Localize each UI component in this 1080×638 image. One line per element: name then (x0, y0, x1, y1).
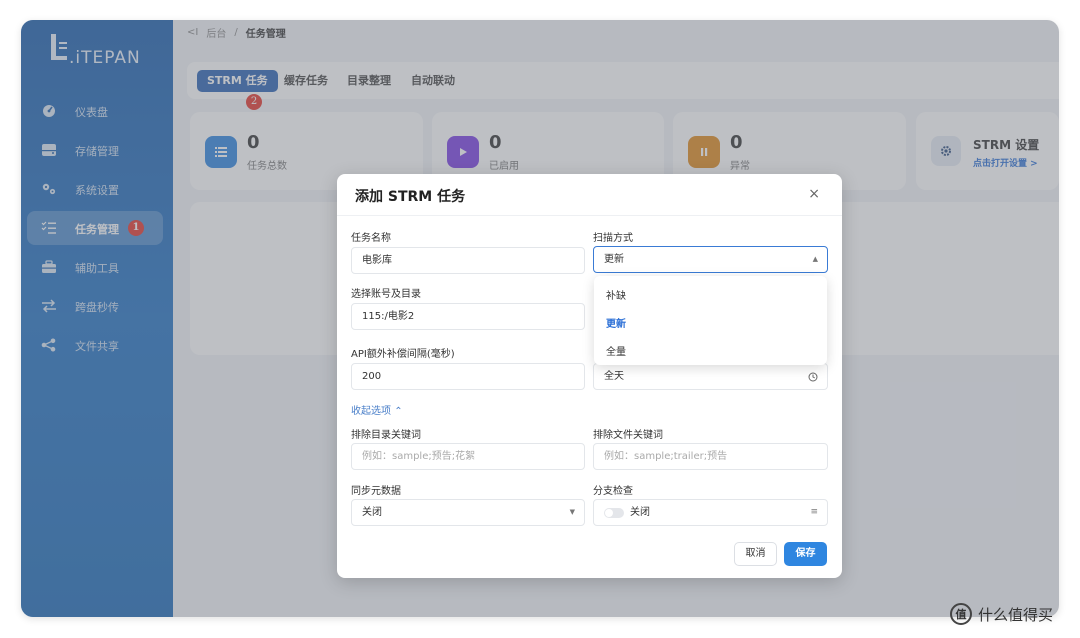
dropdown-option-selected[interactable]: 更新 (606, 315, 626, 330)
cancel-button[interactable]: 取消 (734, 542, 777, 566)
add-strm-task-dialog: 添加 STRM 任务 × 任务名称 电影库 扫描方式 更新 ▲ 选择账号及目录 … (337, 174, 842, 578)
sync-meta-label: 同步元数据 (351, 486, 401, 497)
account-dir-label: 选择账号及目录 (351, 289, 421, 300)
watermark-logo-icon: 值 (950, 603, 972, 625)
sync-meta-select[interactable]: 关闭 ▼ (351, 499, 585, 526)
task-name-input[interactable]: 电影库 (351, 247, 585, 274)
api-interval-input[interactable]: 200 (351, 363, 585, 390)
close-icon[interactable]: × (808, 186, 820, 202)
scan-mode-label: 扫描方式 (593, 233, 633, 244)
chevron-up-icon: ⌃ (394, 406, 403, 417)
watermark: 值 什么值得买 (950, 603, 1053, 625)
exclude-dir-label: 排除目录关键词 (351, 430, 421, 441)
chevron-up-icon: ▲ (812, 255, 818, 263)
branch-check-switch[interactable] (604, 508, 624, 518)
exclude-file-input[interactable]: 例如：sample;trailer;预告 (593, 443, 828, 470)
collapse-options-link[interactable]: 收起选项 ⌃ (351, 402, 403, 417)
dropdown-option[interactable]: 全量 (606, 343, 626, 358)
schedule-time-picker[interactable]: 全天 (593, 363, 828, 390)
clock-icon (808, 364, 818, 393)
schedule-value: 全天 (604, 371, 624, 382)
scan-mode-select[interactable]: 更新 ▲ (593, 246, 828, 273)
exclude-file-label: 排除文件关键词 (593, 430, 663, 441)
api-interval-label: API额外补偿间隔(毫秒) (351, 349, 455, 360)
watermark-text: 什么值得买 (978, 605, 1054, 624)
dropdown-option[interactable]: 补缺 (606, 287, 626, 302)
branch-check-value: 关闭 (630, 507, 650, 518)
dialog-header: 添加 STRM 任务 × (337, 174, 842, 216)
branch-check-field: 关闭 ≡ (593, 499, 828, 526)
dialog-title: 添加 STRM 任务 (355, 189, 466, 205)
chevron-down-icon: ▼ (569, 508, 575, 516)
menu-icon[interactable]: ≡ (810, 500, 818, 525)
task-name-label: 任务名称 (351, 233, 391, 244)
scan-mode-dropdown: 补缺 更新 全量 (594, 276, 827, 365)
account-dir-input[interactable]: 115:/电影2 (351, 303, 585, 330)
scan-mode-value: 更新 (604, 254, 624, 265)
exclude-dir-input[interactable]: 例如：sample;预告;花絮 (351, 443, 585, 470)
collapse-options-label: 收起选项 (351, 406, 391, 417)
sync-meta-value: 关闭 (362, 507, 382, 518)
save-button[interactable]: 保存 (784, 542, 827, 566)
branch-check-label: 分支检查 (593, 486, 633, 497)
